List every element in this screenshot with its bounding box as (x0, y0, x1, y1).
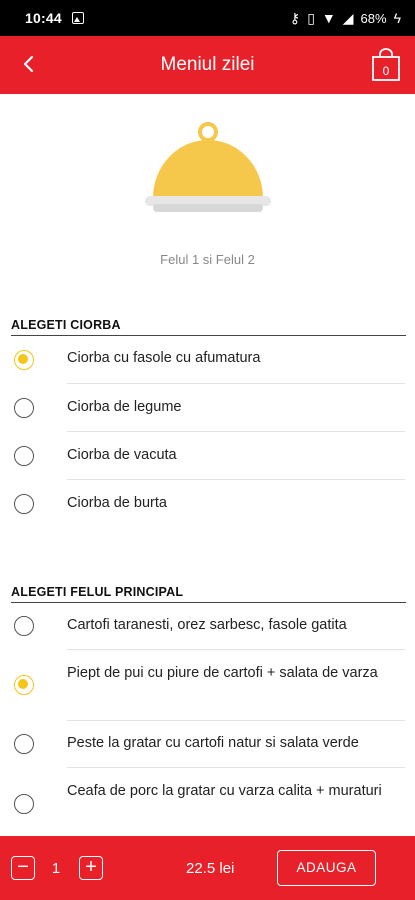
option-label: Peste la gratar cu cartofi natur si sala… (67, 735, 359, 751)
add-to-cart-button[interactable]: ADAUGA (277, 850, 376, 886)
cart-count: 0 (383, 64, 390, 78)
bottom-bar: − 1 + 22.5 lei ADAUGA (0, 836, 415, 900)
status-bar: 10:44 ⚷ ▯ ▼ ◢ 68% ϟ (0, 0, 415, 36)
battery-percent: 68% (360, 10, 387, 26)
status-icons: ⚷ ▯ ▼ ◢ 68% ϟ (290, 11, 401, 26)
shopping-bag-icon: 0 (372, 48, 400, 81)
option-label: Ceafa de porc la gratar cu varza calita … (67, 783, 382, 799)
radio-icon[interactable] (14, 734, 34, 754)
status-time: 10:44 (25, 10, 62, 26)
signal-icon: ◢ (342, 10, 354, 26)
radio-selected-icon[interactable] (14, 350, 34, 370)
radio-icon[interactable] (14, 494, 34, 514)
divider (67, 649, 405, 650)
option-principal-1[interactable]: Cartofi taranesti, orez sarbesc, fasole … (0, 603, 415, 651)
option-principal-2[interactable]: Piept de pui cu piure de cartofi + salat… (0, 651, 415, 721)
radio-icon[interactable] (14, 398, 34, 418)
menu-subtitle: Felul 1 si Felul 2 (160, 252, 255, 267)
option-label: Ciorba de vacuta (67, 447, 177, 463)
option-ciorba-1[interactable]: Ciorba cu fasole cu afumatura (0, 336, 415, 384)
image-icon (71, 12, 84, 24)
increase-quantity-button[interactable]: + (79, 856, 103, 880)
wifi-icon: ▼ (321, 10, 336, 26)
radio-selected-icon[interactable] (14, 675, 34, 695)
option-principal-4[interactable]: Ceafa de porc la gratar cu varza calita … (0, 768, 415, 836)
radio-icon[interactable] (14, 616, 34, 636)
section-title-felul-principal: ALEGETI FELUL PRINCIPAL (11, 585, 406, 603)
option-label: Ciorba cu fasole cu afumatura (67, 350, 261, 366)
hero-image (0, 120, 415, 215)
option-ciorba-4[interactable]: Ciorba de burta (0, 480, 415, 528)
decrease-quantity-button[interactable]: − (11, 856, 35, 880)
option-label: Cartofi taranesti, orez sarbesc, fasole … (67, 617, 347, 633)
page-title: Meniul zilei (160, 54, 255, 75)
option-label: Ciorba de burta (67, 495, 167, 511)
quantity-value: 1 (51, 860, 61, 877)
section-title-ciorba: ALEGETI CIORBA (11, 318, 406, 336)
battery-charging-icon: ϟ (393, 10, 401, 26)
radio-icon[interactable] (14, 794, 34, 814)
option-principal-3[interactable]: Peste la gratar cu cartofi natur si sala… (0, 721, 415, 768)
cart-button[interactable]: 0 (371, 48, 401, 82)
food-cloche-icon (144, 122, 271, 212)
option-label: Piept de pui cu piure de cartofi + salat… (67, 665, 378, 681)
app-bar: Meniul zilei 0 (0, 36, 415, 94)
option-ciorba-2[interactable]: Ciorba de legume (0, 384, 415, 432)
vibrate-icon: ▯ (307, 10, 315, 26)
minus-icon: − (17, 856, 29, 878)
price: 22.5 lei (186, 860, 235, 877)
option-label: Ciorba de legume (67, 399, 182, 415)
plus-icon: + (85, 856, 97, 878)
key-icon: ⚷ (289, 10, 301, 26)
option-ciorba-3[interactable]: Ciorba de vacuta (0, 432, 415, 480)
radio-icon[interactable] (14, 446, 34, 466)
